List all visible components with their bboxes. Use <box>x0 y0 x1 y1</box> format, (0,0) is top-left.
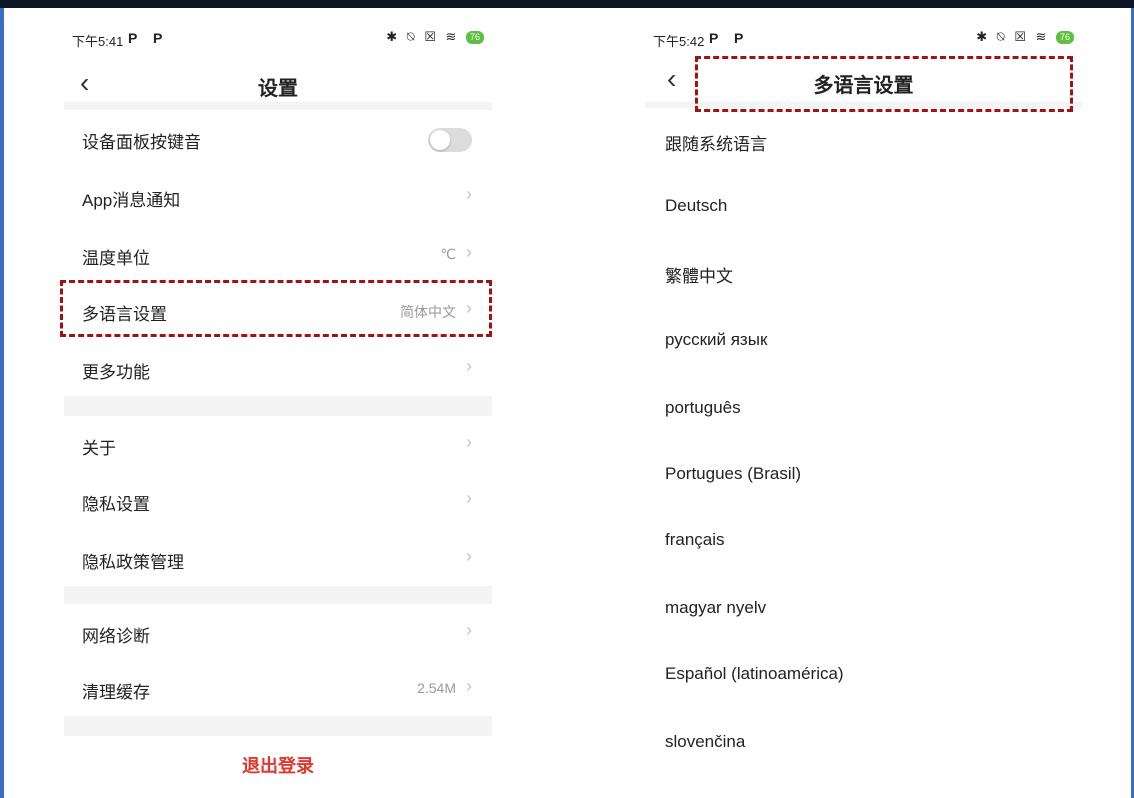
system-status-icons: ✱ ⍉ ☒ ≋ <box>386 29 460 44</box>
battery-icon: 76 <box>465 31 484 45</box>
row-label: 隐私政策管理 <box>82 553 184 572</box>
status-time: 下午5:42 <box>653 34 705 49</box>
settings-row-more-features[interactable]: 更多功能 › <box>64 340 492 396</box>
status-bar: 下午5:41 P P ✱ ⍉ ☒ ≋ 76 <box>64 28 492 52</box>
settings-row-about[interactable]: 关于 › <box>64 416 492 472</box>
row-label: 清理缓存 <box>82 683 150 702</box>
settings-row-clear-cache[interactable]: 清理缓存 2.54M › <box>64 660 492 716</box>
settings-row-app-notification[interactable]: App消息通知 › <box>64 168 492 224</box>
row-label: App消息通知 <box>82 191 181 210</box>
top-border-bar <box>0 0 1134 8</box>
notification-icons: P P <box>128 30 169 46</box>
row-label: 关于 <box>82 439 116 458</box>
chevron-right-icon: › <box>466 676 472 696</box>
language-screen: 下午5:42 P P ✱ ⍉ ☒ ≋ 76 ‹ 多语言设置 跟随系统语言 Deu… <box>645 8 1082 798</box>
language-option[interactable]: magyar nyelv <box>665 598 766 618</box>
row-label: 隐私设置 <box>82 495 150 514</box>
chevron-right-icon: › <box>466 242 472 262</box>
section-divider <box>64 102 492 110</box>
language-option[interactable]: 跟随系统语言 <box>665 130 767 155</box>
section-divider <box>64 716 492 736</box>
row-label: 网络诊断 <box>82 627 150 646</box>
section-divider <box>64 586 492 604</box>
settings-row-temperature-unit[interactable]: 温度单位 ℃ › <box>64 226 492 282</box>
logout-button[interactable]: 退出登录 <box>64 752 492 778</box>
row-label: 设备面板按键音 <box>82 133 201 152</box>
status-time: 下午5:41 <box>72 34 124 49</box>
row-label: 更多功能 <box>82 363 150 382</box>
left-frame-line <box>0 8 4 798</box>
system-icons: ✱ ⍉ ☒ ≋ 76 <box>976 29 1074 45</box>
toggle-knob <box>430 130 450 150</box>
settings-row-privacy-policy[interactable]: 隐私政策管理 › <box>64 530 492 586</box>
battery-icon: 76 <box>1055 31 1074 45</box>
settings-row-privacy[interactable]: 隐私设置 › <box>64 472 492 528</box>
notification-icons: P P <box>709 30 750 46</box>
chevron-right-icon: › <box>466 488 472 508</box>
settings-screen: 下午5:41 P P ✱ ⍉ ☒ ≋ 76 ‹ 设置 设备面板按键音 App消息… <box>64 8 492 798</box>
chevron-right-icon: › <box>466 620 472 640</box>
page-title: 设置 <box>258 78 298 100</box>
row-label: 温度单位 <box>82 249 150 268</box>
chevron-right-icon: › <box>466 546 472 566</box>
language-option[interactable]: português <box>665 398 741 418</box>
status-bar: 下午5:42 P P ✱ ⍉ ☒ ≋ 76 <box>645 28 1082 52</box>
settings-header: ‹ 设置 <box>64 60 492 108</box>
chevron-right-icon: › <box>466 356 472 376</box>
system-status-icons: ✱ ⍉ ☒ ≋ <box>976 29 1050 44</box>
row-value: ℃ <box>440 246 456 262</box>
row-value: 2.54M <box>417 680 456 696</box>
title-highlight <box>695 56 1073 112</box>
chevron-right-icon: › <box>466 432 472 452</box>
language-option[interactable]: Portugues (Brasil) <box>665 464 801 484</box>
language-option[interactable]: slovenčina <box>665 732 745 752</box>
settings-row-network-diagnosis[interactable]: 网络诊断 › <box>64 604 492 660</box>
language-option[interactable]: Deutsch <box>665 196 727 216</box>
language-row-highlight <box>60 280 492 337</box>
language-option[interactable]: Español (latinoamérica) <box>665 664 844 684</box>
chevron-right-icon: › <box>466 184 472 204</box>
section-divider <box>64 396 492 416</box>
system-icons: ✱ ⍉ ☒ ≋ 76 <box>386 29 484 45</box>
language-option[interactable]: русский язык <box>665 330 767 350</box>
settings-row-key-sound[interactable]: 设备面板按键音 <box>64 110 492 166</box>
language-option[interactable]: 繁體中文 <box>665 262 733 287</box>
language-option[interactable]: français <box>665 530 725 550</box>
key-sound-toggle[interactable] <box>428 128 472 152</box>
